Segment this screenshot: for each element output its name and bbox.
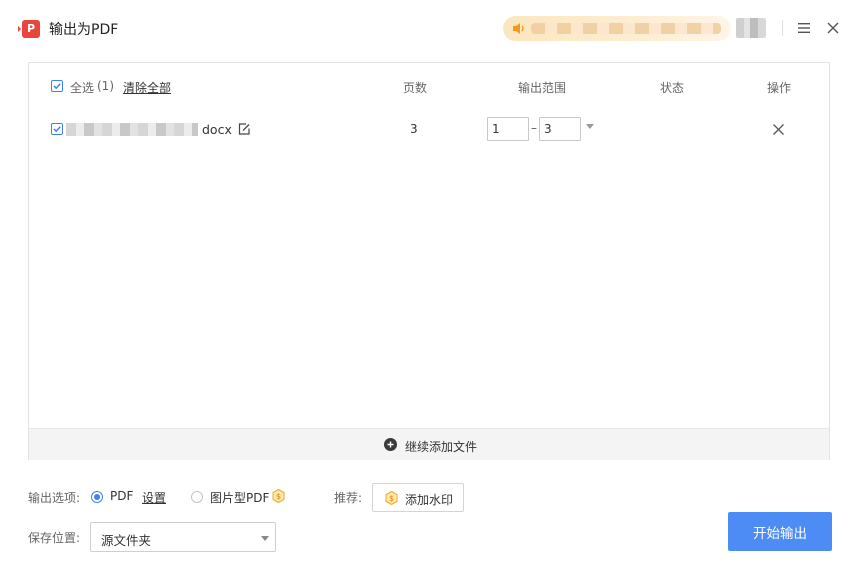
close-icon[interactable] [826,20,840,36]
speaker-icon [513,23,524,34]
blurred-file-name [66,123,198,136]
select-all-checkbox[interactable] [51,80,63,92]
save-location-label: 保存位置: [28,531,81,545]
notice-banner[interactable] [503,16,731,41]
window-title: 输出为PDF [49,22,119,38]
range-dropdown-icon[interactable] [586,124,594,129]
select-count: (1) [97,79,114,93]
user-avatar[interactable] [736,18,766,38]
remove-file-icon[interactable] [772,123,785,136]
title-bar: P 输出为PDF [0,0,860,58]
svg-text:$: $ [389,494,394,503]
chevron-down-icon [261,536,269,541]
column-header-actions: 操作 [767,81,792,95]
pdf-app-icon: P [18,20,40,38]
add-more-files-label: 继续添加文件 [405,440,478,454]
image-pdf-option-label[interactable]: 图片型PDF [210,489,269,506]
range-to-input[interactable] [539,117,581,141]
column-header-range: 输出范围 [518,81,567,95]
column-header-pages: 页数 [403,81,428,95]
pdf-option-label[interactable]: PDF [110,489,133,503]
vip-coin-icon: $ [385,491,398,505]
svg-text:$: $ [276,492,281,501]
vip-coin-icon: $ [272,489,285,503]
table-header: 全选 (1) 清除全部 页数 输出范围 状态 操作 [29,63,829,109]
clear-all-link[interactable]: 清除全部 [123,79,171,96]
output-options-label: 输出选项: [28,491,81,505]
range-from-input[interactable] [487,117,529,141]
save-location-value: 源文件夹 [101,533,152,548]
pdf-radio[interactable] [91,491,103,503]
select-all-label[interactable]: 全选 [70,79,94,96]
add-more-files-button[interactable]: 继续添加文件 [29,428,829,460]
table-row: docx 3 – [29,113,829,147]
image-pdf-radio[interactable] [191,491,203,503]
blurred-notice-text [531,23,721,34]
row-checkbox[interactable] [51,123,63,135]
add-watermark-button[interactable]: $ 添加水印 [372,483,464,512]
file-list-panel: 全选 (1) 清除全部 页数 输出范围 状态 操作 docx 3 – [28,62,830,460]
check-icon [53,126,61,133]
edit-icon[interactable] [237,122,251,136]
menu-icon[interactable] [797,20,811,36]
check-icon [53,83,61,90]
plus-circle-icon [384,438,397,451]
recommend-label: 推荐: [334,491,363,505]
save-location-select[interactable]: 源文件夹 [90,522,276,552]
file-extension: docx [202,122,232,137]
start-export-button[interactable]: 开始输出 [728,512,832,551]
titlebar-divider [782,20,783,36]
settings-link[interactable]: 设置 [142,489,166,506]
range-separator: – [531,121,537,135]
page-count: 3 [410,122,418,136]
column-header-status: 状态 [660,81,685,95]
add-watermark-label: 添加水印 [405,493,454,507]
